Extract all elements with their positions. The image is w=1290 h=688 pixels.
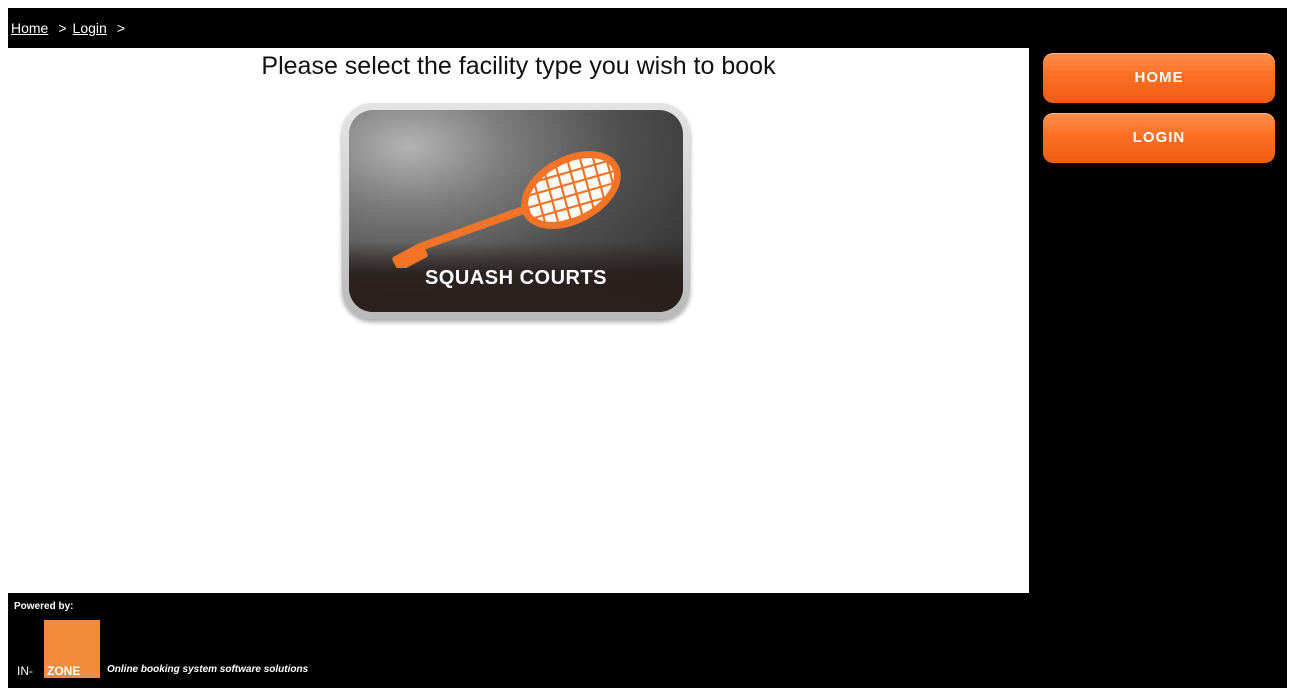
breadcrumb-separator: > [116,20,125,36]
facility-label: SQUASH COURTS [424,267,608,289]
home-button[interactable]: HOME [1043,53,1275,103]
logo-word: ZONE [47,664,81,678]
logo-prefix: IN- [17,664,33,678]
breadcrumb-login-link[interactable]: Login [73,20,107,36]
breadcrumb-separator: > [58,20,67,36]
login-button[interactable]: LOGIN [1043,113,1275,163]
breadcrumb-home-link[interactable]: Home [11,20,48,36]
powered-by-label: Powered by: [14,601,74,612]
page-title: Please select the facility type you wish… [261,52,776,80]
footer-tagline: Online booking system software solutions [107,664,309,675]
page-frame: Home > Login > Please select the facility t… [8,8,1287,688]
main-panel: Please select the facility type you wish… [8,48,1029,593]
inzone-logo[interactable]: IN- ZONE [17,620,112,680]
facility-tile-squash-courts[interactable]: SQUASH COURTS [342,103,690,319]
facility-tile-inner: SQUASH COURTS [349,110,683,312]
breadcrumb: Home > Login > [11,20,131,36]
squash-racket-icon [392,140,630,268]
